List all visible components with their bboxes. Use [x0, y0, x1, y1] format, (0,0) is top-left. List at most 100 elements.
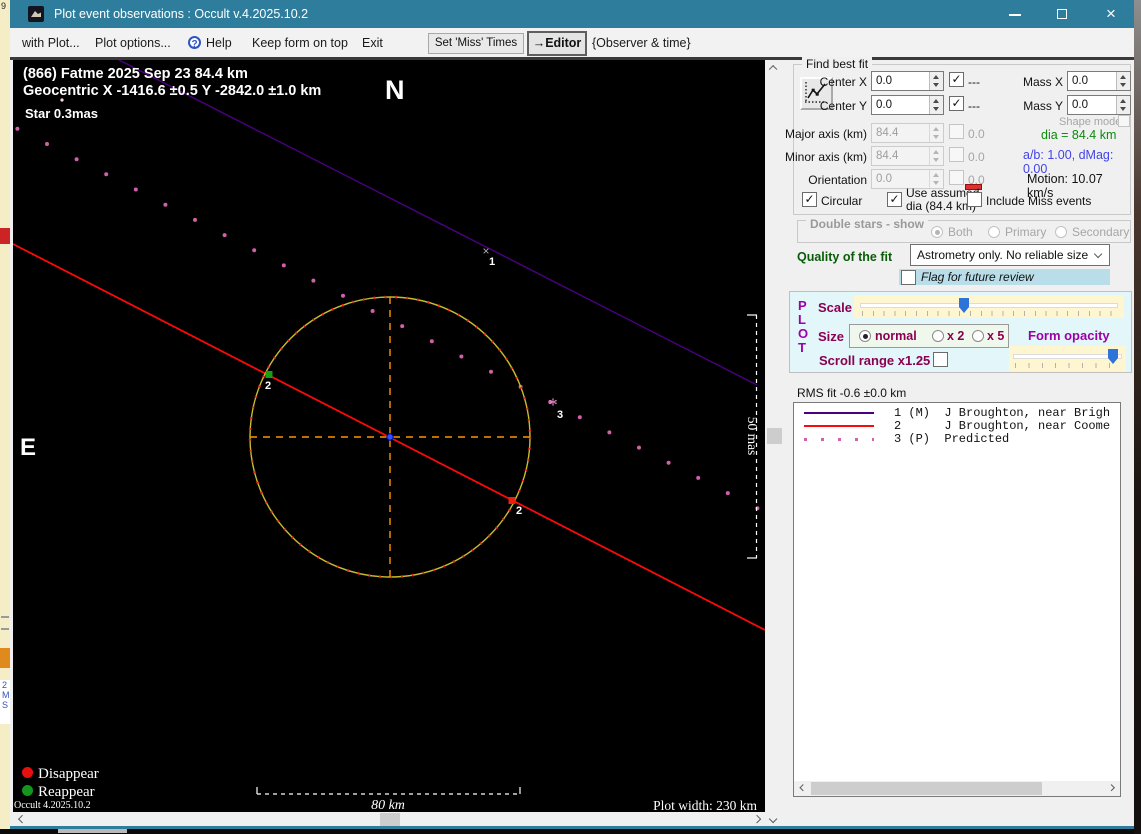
chord-legend-listbox[interactable]: 1 (M) J Broughton, near Brigh 2 J Brough… — [793, 402, 1121, 797]
form-opacity-slider[interactable] — [1009, 346, 1126, 371]
chord-3-predicted-dot — [341, 293, 345, 298]
center-x-spin-buttons[interactable] — [929, 72, 943, 90]
mass-y-spinner[interactable]: 0.0 — [1067, 95, 1131, 115]
scroll-left-icon[interactable] — [17, 814, 27, 824]
center-x-checkbox[interactable] — [949, 72, 964, 87]
chord-3-predicted-dot — [45, 142, 49, 146]
control-panel: Find best fit Center X 0.0 --- — [783, 57, 1134, 826]
minor-axis-spinner[interactable]: 84.4 — [871, 146, 944, 166]
close-button[interactable]: × — [1088, 0, 1134, 28]
title-bar[interactable]: Plot event observations : Occult v.4.202… — [10, 0, 1134, 28]
quality-dropdown[interactable]: Astrometry only. No reliable size — [910, 244, 1110, 266]
size-normal-label: normal — [875, 329, 917, 343]
orientation-label: Orientation — [808, 173, 867, 187]
include-miss-checkbox[interactable] — [967, 192, 982, 207]
vscale-label: 50 mas — [745, 417, 760, 456]
size-x2-label: x 2 — [947, 329, 965, 343]
plot-letter-t: T — [798, 340, 806, 355]
minor-axis-checkbox[interactable] — [949, 147, 964, 162]
chord-3-predicted-dot — [311, 278, 316, 283]
minor-axis-label: Minor axis (km) — [784, 150, 867, 164]
bg-fragment-white: 2 M S — [0, 680, 10, 724]
chord-3-predicted-dot — [252, 248, 257, 253]
major-axis-spin-buttons[interactable] — [929, 124, 943, 142]
minimize-button[interactable] — [992, 0, 1038, 28]
list-item[interactable]: 1 (M) J Broughton, near Brigh — [802, 406, 1114, 420]
menu-with-plot[interactable]: with Plot... — [22, 36, 80, 50]
scroll-up-icon[interactable] — [768, 64, 778, 74]
size-x2-radio[interactable] — [932, 330, 944, 342]
menu-keep-form-on-top[interactable]: Keep form on top — [252, 36, 348, 50]
size-label: Size — [818, 329, 845, 344]
center-y-checkbox[interactable] — [949, 96, 964, 111]
scroll-left-icon[interactable] — [798, 783, 807, 792]
both-radio[interactable] — [931, 226, 943, 238]
quality-of-fit-label: Quality of the fit — [797, 250, 893, 264]
menu-exit[interactable]: Exit — [362, 36, 383, 50]
form-opacity-label: Form opacity — [1028, 328, 1110, 343]
listbox-scrollbar-thumb[interactable] — [811, 782, 1042, 795]
chord-3-predicted-dot — [577, 415, 582, 420]
shape-model-checkbox[interactable] — [1118, 115, 1130, 127]
center-x-spinner[interactable]: 0.0 — [871, 71, 944, 91]
center-y-spinner[interactable]: 0.0 — [871, 95, 944, 115]
mass-x-spinner[interactable]: 0.0 — [1067, 71, 1131, 91]
list-item[interactable]: 2 J Broughton, near Coome — [802, 419, 1114, 433]
chord-3-predicted-dot — [133, 187, 138, 192]
scroll-right-icon[interactable] — [1107, 783, 1116, 792]
horizontal-scrollbar-thumb[interactable] — [380, 813, 400, 827]
editor-button[interactable]: →Editor — [527, 31, 587, 56]
mass-x-label: Mass X — [1022, 75, 1063, 89]
menu-help[interactable]: Help — [206, 36, 232, 50]
chord-3-predicted-dot — [637, 445, 641, 450]
flag-review-row: Flag for future review — [899, 269, 1110, 285]
circular-checkbox[interactable] — [802, 192, 817, 207]
help-icon[interactable]: ? — [188, 36, 201, 50]
maximize-icon — [1057, 9, 1067, 19]
chord-3-predicted-dot — [459, 354, 464, 359]
chord-3-predicted-dot — [74, 157, 79, 162]
maximize-button[interactable] — [1040, 0, 1086, 28]
primary-radio[interactable] — [988, 226, 1000, 238]
version-label: Occult 4.2025.10.2 — [14, 800, 91, 811]
reappear-marker-chord2-label: 2 — [265, 380, 271, 392]
chord-1-observed — [118, 59, 758, 386]
predicted-midtime-marker-label: 3 — [557, 409, 563, 421]
bg-fragment-line — [1, 616, 9, 618]
major-axis-spinner[interactable]: 84.4 — [871, 123, 944, 143]
find-best-fit-title: Find best fit — [802, 57, 873, 71]
menu-plot-options[interactable]: Plot options... — [95, 36, 171, 50]
size-normal-radio[interactable] — [859, 330, 871, 342]
listbox-horizontal-scrollbar[interactable] — [794, 781, 1120, 796]
mass-x-spin-buttons[interactable] — [1116, 72, 1130, 90]
scale-slider[interactable] — [854, 295, 1124, 318]
list-item[interactable]: 3 (P) Predicted — [802, 432, 1114, 446]
flag-review-checkbox[interactable] — [901, 270, 916, 285]
midtime-marker-chord1-label: 1 — [489, 256, 495, 268]
plot-canvas[interactable]: 2 2 × 1 * 3 (866) Fatme 2025 Sep 23 84.4 km G… — [12, 59, 766, 813]
chord2-line-sample — [804, 425, 874, 427]
scroll-down-icon[interactable] — [768, 814, 778, 824]
chord3-dotted-sample — [804, 438, 874, 441]
background-window-sliver: 9 2 M S — [0, 0, 10, 834]
size-x5-radio[interactable] — [972, 330, 984, 342]
predicted-chord-dots — [15, 126, 760, 511]
use-assumed-dia-checkbox[interactable] — [887, 192, 902, 207]
vertical-scrollbar-thumb[interactable] — [767, 428, 782, 444]
orientation-checkbox[interactable] — [949, 170, 964, 185]
mass-y-spin-buttons[interactable] — [1116, 96, 1130, 114]
minor-axis-spin-buttons[interactable] — [929, 147, 943, 165]
form-opacity-thumb[interactable] — [1108, 349, 1118, 364]
screen: 9 2 M S Plot event observations : Occult… — [0, 0, 1141, 834]
scroll-right-icon[interactable] — [752, 814, 762, 824]
center-y-spin-buttons[interactable] — [929, 96, 943, 114]
major-axis-checkbox[interactable] — [949, 124, 964, 139]
set-miss-times-button[interactable]: Set 'Miss' Times — [428, 33, 524, 54]
secondary-radio[interactable] — [1055, 226, 1067, 238]
scale-label: Scale — [818, 300, 852, 315]
chord-3-predicted-dot — [193, 217, 197, 222]
bg-fragment-text: M — [2, 690, 10, 700]
scroll-range-checkbox[interactable] — [933, 352, 948, 367]
app-icon — [28, 6, 44, 22]
chord-3-predicted-dot — [163, 202, 168, 207]
